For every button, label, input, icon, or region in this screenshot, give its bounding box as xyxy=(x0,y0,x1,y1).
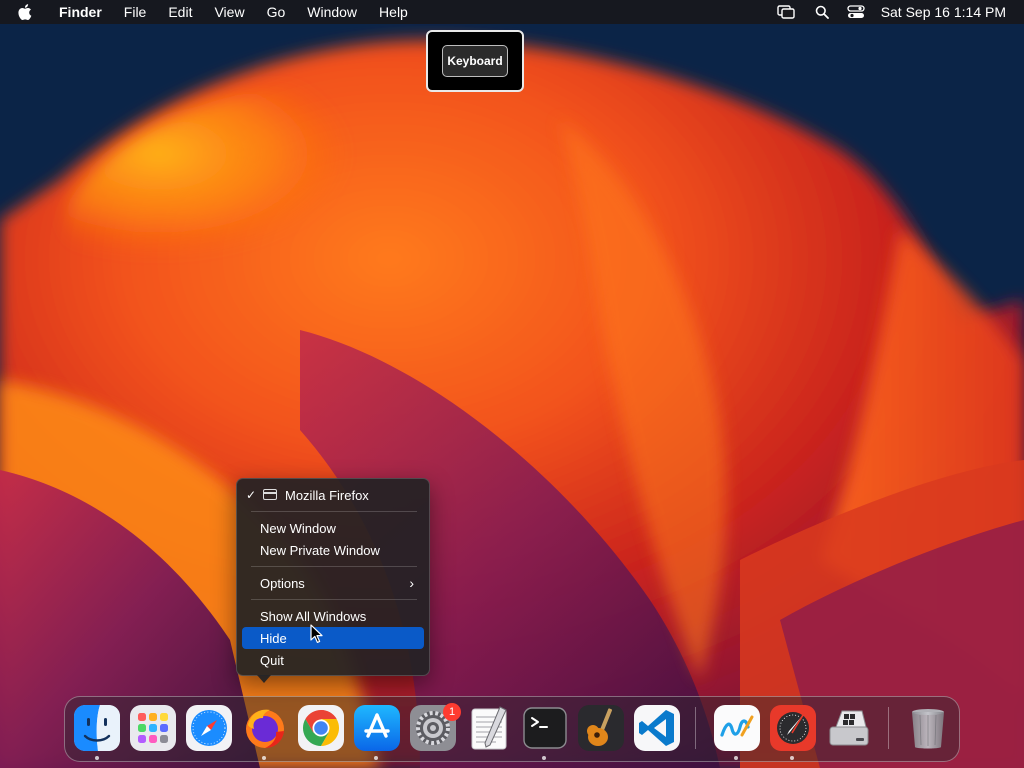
desktop-wallpaper xyxy=(0,0,1024,768)
menu-item-label: New Window xyxy=(260,520,336,536)
menu-separator xyxy=(251,566,417,567)
menu-separator xyxy=(251,599,417,600)
menu-bar: Finder File Edit View Go Window Help Sat… xyxy=(0,0,1024,24)
finder-icon[interactable] xyxy=(74,705,120,751)
menu-file[interactable]: File xyxy=(113,0,158,24)
notification-badge: 1 xyxy=(443,703,461,721)
terminal-icon[interactable] xyxy=(522,705,568,751)
screen-mirroring-icon[interactable] xyxy=(776,5,795,19)
running-indicator xyxy=(262,756,266,760)
garageband-icon[interactable] xyxy=(578,705,624,751)
freeform-icon[interactable] xyxy=(714,705,760,751)
keyboard-hud: Keyboard xyxy=(426,30,524,92)
dock: 1 xyxy=(64,696,960,762)
keyboard-button[interactable]: Keyboard xyxy=(442,45,508,77)
menu-view[interactable]: View xyxy=(203,0,255,24)
bootcamp-icon[interactable] xyxy=(826,705,872,751)
chevron-right-icon: › xyxy=(409,575,414,591)
running-indicator xyxy=(790,756,794,760)
safari-icon[interactable] xyxy=(186,705,232,751)
menu-item-options[interactable]: Options › xyxy=(242,572,424,594)
mouse-pointer-icon xyxy=(310,624,323,643)
menu-item-label: Options xyxy=(260,575,305,591)
menu-edit[interactable]: Edit xyxy=(157,0,203,24)
window-icon xyxy=(263,489,277,500)
menu-item-quit[interactable]: Quit xyxy=(242,649,424,671)
launchpad-icon[interactable] xyxy=(130,705,176,751)
menu-go[interactable]: Go xyxy=(256,0,297,24)
menu-item-label: New Private Window xyxy=(260,542,380,558)
menu-item-label: Hide xyxy=(260,630,287,646)
control-center-icon[interactable] xyxy=(847,5,865,19)
menu-help[interactable]: Help xyxy=(368,0,419,24)
running-indicator xyxy=(734,756,738,760)
spotlight-search-icon[interactable] xyxy=(815,5,829,19)
menu-item-show-all-windows[interactable]: Show All Windows xyxy=(242,605,424,627)
chrome-icon[interactable] xyxy=(298,705,344,751)
menu-item-label: Mozilla Firefox xyxy=(285,487,369,503)
menu-item-app-window[interactable]: ✓ Mozilla Firefox xyxy=(242,484,424,506)
menu-clock[interactable]: Sat Sep 16 1:14 PM xyxy=(881,4,1006,20)
app-store-icon[interactable] xyxy=(354,705,400,751)
trash-icon[interactable] xyxy=(905,705,951,751)
color-meter-icon[interactable] xyxy=(770,705,816,751)
textedit-icon[interactable] xyxy=(466,705,512,751)
menu-item-new-window[interactable]: New Window xyxy=(242,517,424,539)
dock-divider xyxy=(888,707,889,749)
dock-divider xyxy=(695,707,696,749)
menu-app-name[interactable]: Finder xyxy=(48,0,113,24)
vscode-icon[interactable] xyxy=(634,705,680,751)
running-indicator xyxy=(542,756,546,760)
checkmark-icon: ✓ xyxy=(246,488,257,502)
menu-item-new-private-window[interactable]: New Private Window xyxy=(242,539,424,561)
menu-item-label: Quit xyxy=(260,652,284,668)
menu-item-label: Show All Windows xyxy=(260,608,367,624)
dock-context-menu: ✓ Mozilla Firefox New Window New Private… xyxy=(236,478,430,676)
menu-window[interactable]: Window xyxy=(296,0,368,24)
menu-item-hide[interactable]: Hide xyxy=(242,627,424,649)
running-indicator xyxy=(95,756,99,760)
context-menu-pointer xyxy=(257,675,271,683)
menu-separator xyxy=(251,511,417,512)
firefox-icon[interactable] xyxy=(242,705,288,751)
running-indicator xyxy=(374,756,378,760)
apple-menu-icon[interactable] xyxy=(18,3,36,21)
